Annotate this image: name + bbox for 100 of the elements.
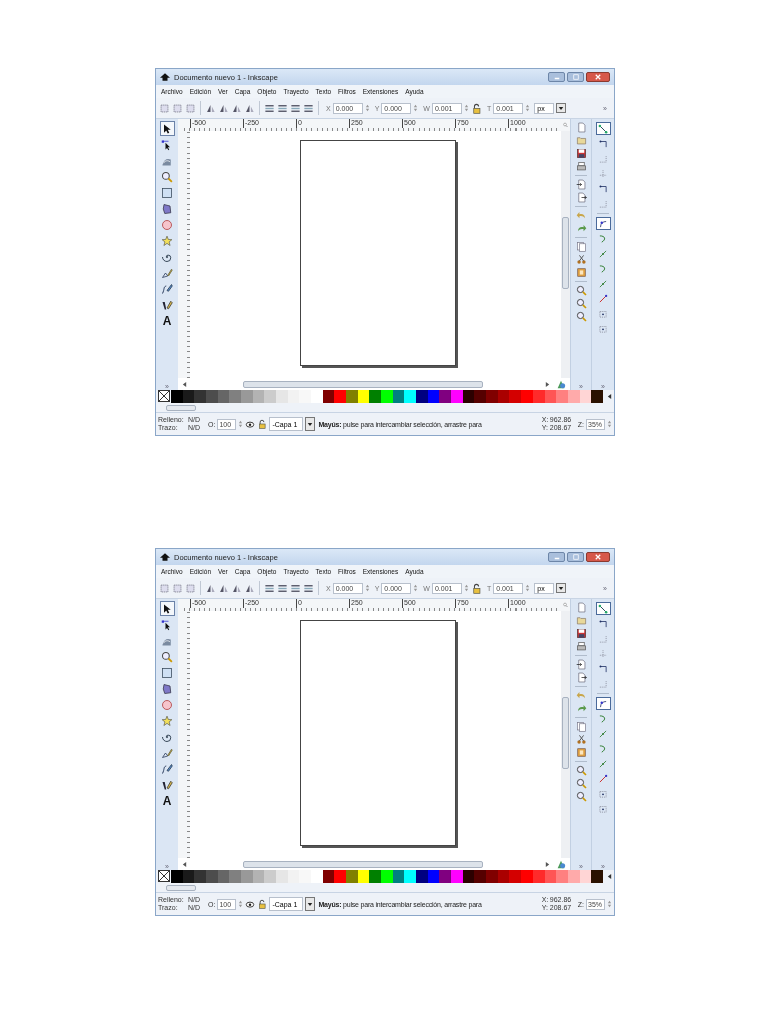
raise-lower-icon[interactable] [303,102,314,114]
raise-lower-icon[interactable] [264,582,275,594]
dropdown-button[interactable] [305,417,316,431]
scrollbar-thumb[interactable] [166,404,196,411]
no-color-swatch[interactable] [158,390,170,402]
minimize-button[interactable] [548,72,565,82]
color-swatch[interactable] [591,390,603,403]
color-swatch[interactable] [369,390,382,403]
color-swatch[interactable] [404,870,417,883]
lock-icon[interactable] [470,582,482,594]
floppy-icon[interactable] [575,148,587,159]
color-swatch[interactable] [381,390,393,403]
spin-arrows-icon[interactable] [525,583,531,593]
close-button[interactable] [586,552,610,562]
color-swatch[interactable] [311,390,323,403]
printer-icon[interactable] [575,641,587,652]
color-swatch[interactable] [334,870,347,883]
eye-icon[interactable] [245,419,256,429]
floppy-icon[interactable] [575,628,587,639]
eye-icon[interactable] [245,899,256,909]
color-swatch[interactable] [171,390,183,403]
color-swatch[interactable] [556,390,568,403]
export-document-icon[interactable] [575,192,587,203]
color-swatch[interactable] [521,390,533,403]
snap-toggle-button[interactable] [595,697,611,710]
import-document-icon[interactable] [575,659,587,670]
color-swatch[interactable] [439,390,452,403]
maximize-button[interactable] [567,552,584,562]
color-swatch[interactable] [276,390,288,403]
pages-icon[interactable] [575,241,587,252]
scissors-icon[interactable] [575,254,587,265]
color-swatch[interactable] [229,870,242,883]
raise-lower-icon[interactable] [264,102,275,114]
dropdown-button[interactable] [556,103,567,113]
text-tool-button[interactable]: A [159,793,175,808]
left-arrow-icon[interactable] [606,874,612,879]
tool-button[interactable] [159,169,175,184]
color-swatch[interactable] [486,390,498,403]
snap-toggle-button[interactable] [595,602,611,615]
frame-icon[interactable] [575,267,587,278]
spin-arrows-icon[interactable] [364,103,370,113]
color-swatch[interactable] [264,390,277,403]
tool-button[interactable] [159,121,175,136]
color-swatch[interactable] [416,390,428,403]
left-arrow-icon[interactable] [182,861,187,867]
lock-icon[interactable] [470,102,482,114]
color-swatch[interactable] [206,870,218,883]
color-swatch[interactable] [264,870,277,883]
right-arrow-icon[interactable] [545,861,550,867]
rotate-flip-icon[interactable] [218,582,229,594]
document-icon[interactable] [575,602,587,613]
select-all-icon[interactable] [185,102,196,114]
raise-lower-icon[interactable] [290,582,301,594]
magnifier-icon[interactable] [575,298,587,309]
tool-button[interactable] [159,601,175,616]
spin-arrows-icon[interactable] [607,899,612,909]
snap-toggle-button[interactable] [595,122,611,135]
spin-arrows-icon[interactable] [364,583,370,593]
color-swatch[interactable] [404,390,417,403]
frame-icon[interactable] [575,747,587,758]
color-swatch[interactable] [241,870,253,883]
lock-icon[interactable] [257,419,268,429]
pages-icon[interactable] [575,721,587,732]
spin-arrows-icon[interactable] [607,419,612,429]
scrollbar-thumb[interactable] [166,884,196,891]
minimize-button[interactable] [548,552,565,562]
left-arrow-icon[interactable] [182,381,187,387]
snap-toggle-button[interactable] [595,217,611,230]
color-swatch[interactable] [509,390,522,403]
undo-arrow-icon[interactable] [575,210,587,221]
rotate-flip-icon[interactable] [205,102,216,114]
color-swatch[interactable] [346,390,358,403]
raise-lower-icon[interactable] [277,102,288,114]
lock-icon[interactable] [257,899,268,909]
color-swatch[interactable] [241,390,253,403]
magnifier-icon[interactable] [575,778,587,789]
redo-arrow-icon[interactable] [575,223,587,234]
color-swatch[interactable] [509,870,522,883]
color-swatch[interactable] [474,390,487,403]
color-swatch[interactable] [591,870,603,883]
spin-arrows-icon[interactable] [413,103,419,113]
rotate-flip-icon[interactable] [231,582,242,594]
scrollbar-thumb[interactable] [562,697,569,769]
select-all-icon[interactable] [185,582,196,594]
color-swatch[interactable] [369,870,382,883]
magnifier-icon[interactable] [575,765,587,776]
color-swatch[interactable] [451,390,463,403]
color-swatch[interactable] [171,870,183,883]
color-swatch[interactable] [194,390,206,403]
select-all-icon[interactable] [159,102,170,114]
raise-lower-icon[interactable] [303,582,314,594]
vertical-scrollbar[interactable] [561,611,570,858]
color-swatch[interactable] [334,390,347,403]
color-swatch[interactable] [381,870,393,883]
redo-arrow-icon[interactable] [575,703,587,714]
magnifier-icon[interactable] [575,285,587,296]
color-swatch[interactable] [556,870,568,883]
color-swatch[interactable] [486,870,498,883]
rotate-flip-icon[interactable] [218,102,229,114]
spin-arrows-icon[interactable] [413,583,419,593]
